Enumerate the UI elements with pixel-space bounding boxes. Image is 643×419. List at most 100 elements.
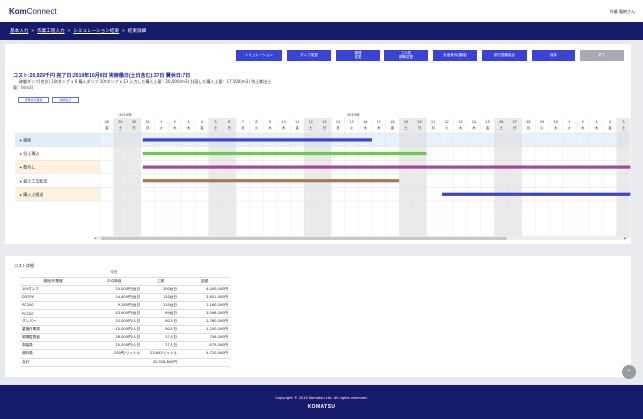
table-cell: 125台日	[142, 301, 179, 310]
gantt-weekday-label: 水	[173, 125, 177, 130]
gantt-day-label: 5	[215, 120, 217, 124]
table-cell: 200円/リットル	[86, 349, 142, 359]
gantt-weekend-column	[113, 118, 128, 238]
gantt-day-label: 26	[499, 120, 503, 124]
gantt-task-label: ▸ 購入土搬送	[20, 191, 43, 197]
gantt-day-label: 17	[377, 120, 381, 124]
gantt-day-label: 20	[417, 120, 421, 124]
breadcrumb-current: 結果詳細	[127, 28, 147, 33]
table-cell: PC200	[20, 309, 86, 319]
period-join-button[interactable]: 前行週期結合	[482, 50, 527, 61]
table-row: PC200 43,900円/台日 69台日 3,096,000円	[20, 309, 230, 319]
simulation-button[interactable]: シミュレーション	[236, 50, 282, 61]
table-cell: 80人日	[142, 325, 179, 335]
gantt-day-label: 22	[445, 120, 449, 124]
gantt-day-label: 25	[485, 120, 489, 124]
table-cell	[86, 358, 142, 367]
plan-condition-button[interactable]: 計画条件(機械)	[433, 50, 477, 61]
refresh-dates-button[interactable]: 日時表示更新	[18, 97, 49, 103]
gantt-day-label: 3	[595, 120, 597, 124]
table-row: 10tダンプ 20,000円/台日 200台日 4,000,000円	[20, 285, 230, 294]
gantt-task-label: ▸ 切土積込	[20, 150, 39, 156]
table-cell: 重機作業員	[20, 325, 86, 335]
gantt-weekday-label: 木	[282, 125, 286, 130]
gantt-weekday-label: 日	[418, 126, 421, 130]
gantt-weekend-column	[208, 118, 223, 238]
gantt-scrollbar-thumb[interactable]	[101, 236, 507, 240]
breadcrumb-basic-input[interactable]: 基本入力	[10, 28, 28, 33]
gantt-weekday-label: 木	[595, 125, 599, 130]
gantt-weekday-label: 金	[486, 125, 490, 130]
gantt-weekday-label: 火	[540, 125, 544, 130]
gantt-task-name: 敷均し	[23, 164, 35, 170]
save-button[interactable]: 保存	[532, 50, 575, 61]
gantt-bar	[142, 179, 400, 183]
gantt-day-label: 27	[513, 120, 517, 124]
table-cell: 27人日	[142, 341, 179, 351]
gantt-day-label: 2	[582, 120, 584, 124]
gantt-weekday-label: 水	[268, 125, 272, 130]
gantt-chart: 2019年 2019年 ▸ 掘削 ▸ 切土積込 ▸ 敷均し ▸ 盛土工法転送 ▸ 購入土搬送…	[15, 112, 631, 238]
gantt-weekday-label: 土	[119, 125, 123, 130]
gantt-day-label: 19	[404, 120, 408, 124]
gantt-weekend-column	[222, 118, 236, 238]
gantt-bar	[142, 151, 427, 156]
gantt-weekday-label: 水	[581, 125, 585, 130]
breadcrumb-bar: 基本入力 > 作業工程入力 > シミュレーション結果 > 結果詳細	[0, 22, 643, 40]
gantt-day-label: 8	[255, 120, 257, 124]
gantt-task-name: 掘削	[23, 137, 31, 143]
gantt-weekday-label: 火	[160, 125, 164, 130]
dump-change-button[interactable]: ダンプ変更	[287, 50, 331, 61]
summary-detail: 稼働ダンプ(合計) 10tダンプ x 6 購入ダンプ 10tダンプ x 13 入…	[19, 79, 272, 84]
table-cell: D37PX	[20, 293, 86, 302]
gantt-day-label: 11	[295, 120, 299, 124]
gantt-weekend-column	[616, 118, 631, 238]
user-name[interactable]: 作業 龍樹さん	[610, 9, 635, 15]
cost-header-row: 機械/作業種 平均単価 工期 金額	[20, 277, 230, 286]
gantt-day-label: 12	[309, 120, 313, 124]
breadcrumb-separator: >	[31, 28, 35, 33]
gantt-day-label: 4	[201, 120, 203, 124]
gantt-weekday-label: 月	[336, 126, 339, 130]
cost-col-amount: 金額	[179, 277, 230, 286]
gantt-day-label: 24	[472, 120, 476, 124]
gantt-weekday-label: 日	[513, 126, 516, 130]
breadcrumb-process-input[interactable]: 作業工程入力	[37, 28, 65, 33]
gantt-weekday-label: 日	[228, 126, 231, 130]
gantt-weekend-column	[399, 118, 413, 238]
gantt-day-label: 2	[174, 120, 176, 124]
gantt-task-name: 盛土工法転送	[23, 177, 47, 183]
breadcrumb-simulation-result[interactable]: シミュレーション結果	[73, 28, 119, 33]
machine-change-button[interactable]: 機械 変更	[336, 50, 380, 61]
table-cell: 24,400円/台日	[86, 293, 142, 302]
table-cell: 1,760,000円	[179, 317, 230, 327]
gantt-weekday-label: 木	[472, 125, 476, 130]
app-logo[interactable]: KomConnect	[9, 7, 57, 16]
gantt-day-label: 4	[609, 120, 611, 124]
initial-change-button[interactable]: 工の初 期情変更	[384, 50, 428, 61]
gantt-weekday-label: 金	[608, 125, 612, 130]
scroll-right-icon[interactable]: ▶	[624, 236, 626, 240]
scroll-left-icon[interactable]: ◀	[94, 236, 96, 240]
breadcrumb: 基本入力 > 作業工程入力 > シミュレーション結果 > 結果詳細	[10, 28, 146, 34]
gantt-task-name: 購入土搬送	[23, 191, 43, 197]
gantt-weekday-label: 金	[200, 125, 204, 130]
gantt-day-label: 23	[458, 120, 462, 124]
gantt-day-label: 7	[242, 120, 244, 124]
table-cell: 3,096,000円	[179, 309, 230, 319]
gantt-weekday-label: 水	[459, 125, 463, 130]
table-cell: 合計	[20, 358, 86, 367]
gantt-weekday-label: 火	[568, 125, 572, 130]
table-cell: 20,000円/台日	[86, 285, 142, 294]
table-cell: 23,602リットル	[142, 349, 179, 359]
scroll-to-top-icon[interactable]: ⌃	[622, 365, 636, 379]
gantt-month-label: 2019年	[119, 112, 132, 117]
exit-button[interactable]: 終了	[580, 50, 624, 61]
gantt-bar	[142, 138, 372, 142]
table-cell	[179, 358, 230, 367]
detail-view-button[interactable]: 詳細表示	[52, 97, 79, 103]
gantt-weekend-column	[127, 118, 141, 238]
table-row: ダンパー 22,000円/人日 80人日 1,760,000円	[20, 317, 230, 327]
table-cell: 20,928,800円	[142, 358, 179, 367]
gantt-day-label: 31	[145, 120, 149, 124]
